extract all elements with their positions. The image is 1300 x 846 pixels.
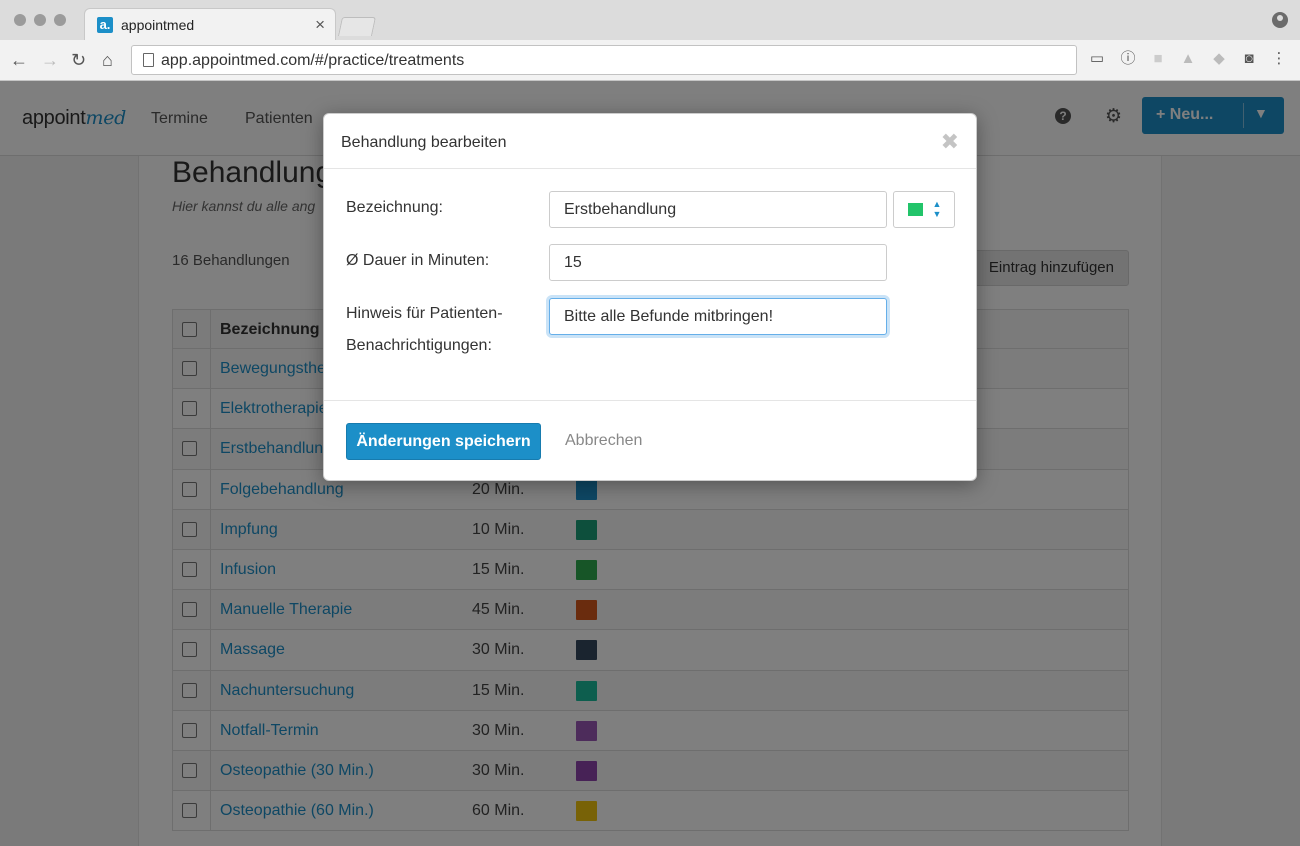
- color-picker[interactable]: ▲ ▼: [893, 191, 955, 228]
- reload-icon[interactable]: ↻: [71, 49, 86, 71]
- angular-icon[interactable]: ◆: [1211, 51, 1227, 67]
- page-icon: [143, 53, 154, 67]
- menu-dots-icon[interactable]: ⋮: [1271, 51, 1287, 67]
- cast-icon[interactable]: ▭: [1089, 51, 1105, 67]
- forward-icon[interactable]: →: [41, 49, 59, 71]
- home-icon[interactable]: ⌂: [102, 49, 113, 71]
- close-icon[interactable]: ✖: [941, 129, 959, 155]
- info-extension-icon[interactable]: ⓘ: [1120, 51, 1136, 67]
- favicon-icon: a.: [97, 17, 113, 33]
- modal-title: Behandlung bearbeiten: [341, 134, 507, 151]
- url-text: app.appointmed.com/#/practice/treatments: [161, 52, 465, 69]
- name-label: Bezeichnung:: [346, 199, 443, 216]
- hint-label-line1: Hinweis für Patienten-: [346, 305, 503, 322]
- duration-input[interactable]: [549, 244, 887, 281]
- hint-input[interactable]: [549, 298, 887, 335]
- camera-icon[interactable]: ◙: [1241, 51, 1257, 67]
- modal-header: Behandlung bearbeiten ✖: [324, 114, 976, 169]
- window-minimize-dot[interactable]: [34, 14, 46, 26]
- extension-icon[interactable]: ■: [1150, 51, 1166, 67]
- window-zoom-dot[interactable]: [54, 14, 66, 26]
- browser-tab[interactable]: a. appointmed ×: [84, 8, 336, 40]
- edit-treatment-dialog: Behandlung bearbeiten ✖ Bezeichnung: ▲▼ …: [323, 113, 977, 481]
- window-close-dot[interactable]: [14, 14, 26, 26]
- cancel-link[interactable]: Abbrechen: [565, 432, 642, 450]
- save-changes-button[interactable]: Änderungen speichern: [346, 423, 541, 460]
- browser-tab-bar: a. appointmed ×: [0, 0, 1300, 40]
- hint-label-line2: Benachrichtigungen:: [346, 337, 492, 354]
- profile-icon[interactable]: [1272, 12, 1288, 28]
- modal-footer: Änderungen speichern Abbrechen: [324, 400, 976, 482]
- drive-icon[interactable]: ▲: [1180, 51, 1196, 67]
- new-tab-button[interactable]: [337, 17, 377, 36]
- back-icon[interactable]: ←: [10, 49, 28, 71]
- tab-close-icon[interactable]: ×: [315, 15, 325, 35]
- name-input[interactable]: [549, 191, 887, 228]
- selected-color-swatch: [908, 203, 923, 216]
- select-arrows-icon: ▲ ▼: [932, 199, 942, 219]
- browser-toolbar: ← → ↻ ⌂ app.appointmed.com/#/practice/tr…: [0, 40, 1300, 81]
- duration-label: Ø Dauer in Minuten:: [346, 252, 490, 269]
- address-bar[interactable]: app.appointmed.com/#/practice/treatments: [131, 45, 1077, 75]
- tab-title: appointmed: [121, 17, 195, 33]
